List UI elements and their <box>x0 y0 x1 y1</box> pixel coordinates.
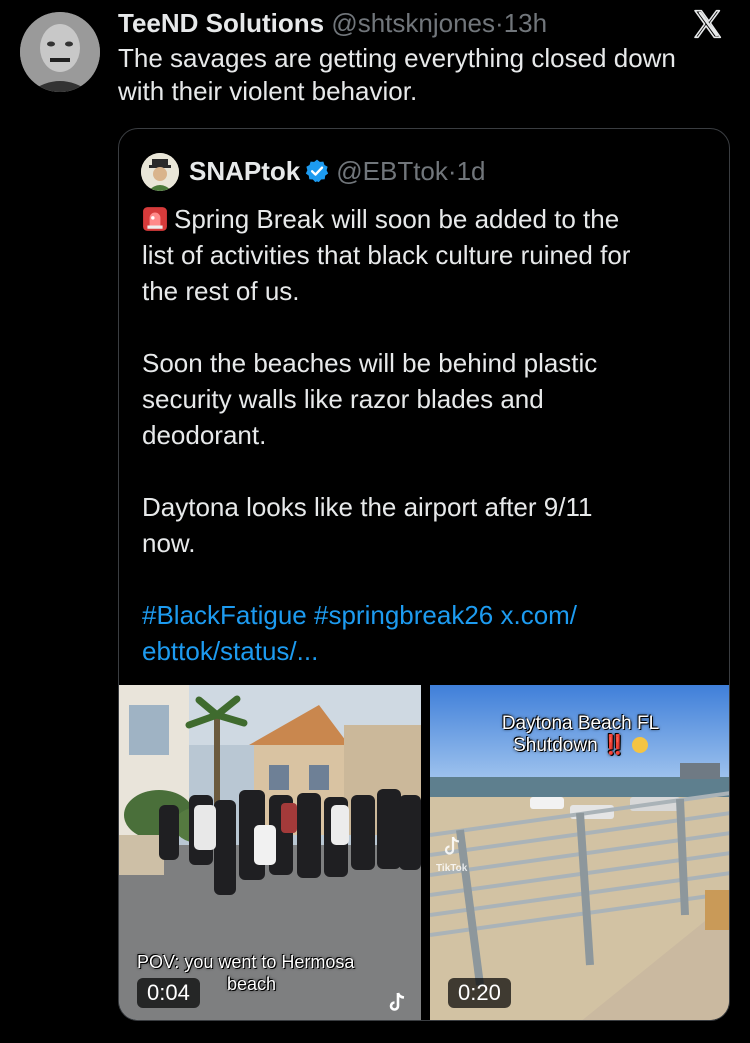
video-duration-badge: 0:20 <box>448 978 511 1008</box>
quoted-tweet-header: SNAPtok @EBTtok·1d <box>189 154 486 188</box>
media-divider <box>421 685 430 1020</box>
quoted-paragraph: Spring Break will soon be added to the l… <box>142 201 717 309</box>
dot-separator: · <box>447 156 457 186</box>
video-thumbnail-right[interactable]: Daytona Beach FL Shutdown ‼️ TikTok 0:20 <box>430 685 729 1020</box>
quoted-paragraph: #BlackFatigue #springbreak26 x.com/ ebtt… <box>142 597 717 669</box>
emoji-face-icon <box>631 737 648 753</box>
tweet-header: TeeND Solutions @shtsknjones·13h <box>118 6 690 40</box>
quoted-paragraph: Soon the beaches will be behind plastic … <box>142 345 717 453</box>
hashtag-link[interactable]: #springbreak26 <box>314 600 493 630</box>
tweet-text-line: with their violent behavior. <box>118 76 418 106</box>
tiktok-icon <box>389 992 405 1011</box>
quoted-text-line: list of activities that black culture ru… <box>142 240 631 270</box>
quoted-tweet[interactable]: SNAPtok @EBTtok·1d Spring Break will soo… <box>118 128 730 1021</box>
tweet-time[interactable]: 13h <box>504 8 547 38</box>
quoted-text-line: Spring Break will soon be added to the <box>174 204 620 234</box>
tweet-text: The savages are getting everything close… <box>118 42 738 108</box>
x-logo-icon[interactable] <box>690 8 724 40</box>
quoted-author-handle[interactable]: @EBTtok <box>336 156 448 186</box>
quoted-author-name[interactable]: SNAPtok <box>189 156 300 186</box>
quoted-tweet-time[interactable]: 1d <box>457 156 486 186</box>
status-link[interactable]: ebttok/status/... <box>142 636 318 666</box>
video-thumbnail-left[interactable]: POV: you went to Hermosa beach 0:04 <box>119 685 421 1020</box>
author-name[interactable]: TeeND Solutions <box>118 8 324 38</box>
tiktok-icon <box>444 836 460 855</box>
quoted-text-line: Soon the beaches will be behind plastic <box>142 348 598 378</box>
author-avatar[interactable] <box>20 12 100 92</box>
caption-line: POV: you went to Hermosa <box>137 952 355 972</box>
quoted-text-line: the rest of us. <box>142 276 300 306</box>
quoted-paragraph: Daytona looks like the airport after 9/1… <box>142 489 717 561</box>
quoted-text-line: deodorant. <box>142 420 267 450</box>
quoted-text-line: security walls like razor blades and <box>142 384 544 414</box>
caption-line: Daytona Beach FL <box>501 713 660 734</box>
tiktok-watermark: TikTok <box>436 863 468 874</box>
hashtag-link[interactable]: #BlackFatigue <box>142 600 307 630</box>
quoted-tweet-text: Spring Break will soon be added to the l… <box>142 201 717 669</box>
dot-separator: · <box>495 8 504 38</box>
video-duration-badge: 0:04 <box>137 978 200 1008</box>
quoted-avatar-image <box>141 153 179 191</box>
caption-line: Shutdown ‼️ <box>430 735 729 757</box>
double-exclamation-icon: ‼️ <box>602 735 627 756</box>
status-link[interactable]: x.com/ <box>500 600 577 630</box>
tweet-text-line: The savages are getting everything close… <box>118 43 676 73</box>
avatar-image <box>20 12 100 92</box>
video-caption: Daytona Beach FL Shutdown ‼️ <box>430 713 729 757</box>
police-light-icon <box>143 207 167 231</box>
quoted-author-avatar[interactable] <box>141 153 179 191</box>
quoted-text-line: now. <box>142 528 196 558</box>
author-handle[interactable]: @shtsknjones <box>331 8 495 38</box>
caption-text: Shutdown <box>513 735 598 756</box>
verified-badge-icon <box>306 159 329 183</box>
quoted-text-line: Daytona looks like the airport after 9/1… <box>142 492 593 522</box>
